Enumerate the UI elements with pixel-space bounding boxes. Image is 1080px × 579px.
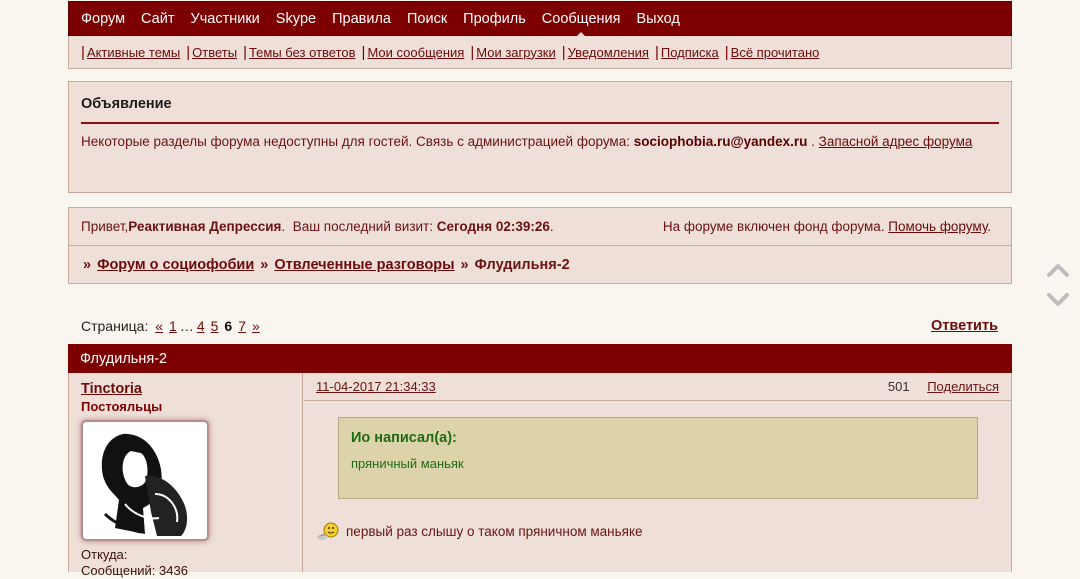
quote-block: Ио написал(а): пряничный маньяк bbox=[338, 417, 978, 499]
welcome-box: Привет, Реактивная Депрессия . Ваш после… bbox=[68, 207, 1012, 284]
subnav-my-posts[interactable]: Мои сообщения bbox=[367, 45, 464, 60]
breadcrumb-separator: » bbox=[460, 257, 469, 273]
breadcrumb-forum[interactable]: Форум о социофобии bbox=[97, 257, 254, 273]
separator: | bbox=[561, 43, 566, 61]
username: Реактивная Депрессия bbox=[128, 219, 282, 234]
welcome-end: . bbox=[549, 219, 554, 234]
subnav-active-topics[interactable]: Активные темы bbox=[87, 45, 180, 60]
help-forum-link[interactable]: Помочь форуму bbox=[888, 219, 987, 234]
nav-site[interactable]: Сайт bbox=[141, 11, 174, 27]
pager-page-4[interactable]: 4 bbox=[197, 318, 205, 334]
breadcrumb-category[interactable]: Отвлеченные разговоры bbox=[274, 257, 454, 273]
post-author-panel: Tinctoria Постояльцы Откуда: Сообщений: … bbox=[69, 373, 303, 578]
pager-page-1[interactable]: 1 bbox=[169, 318, 177, 334]
top-nav: Форум Сайт Участники Skype Правила Поиск… bbox=[68, 1, 1012, 38]
announcement-dot: . bbox=[807, 134, 819, 149]
separator: | bbox=[243, 43, 247, 61]
breadcrumb-separator: » bbox=[83, 257, 92, 273]
subnav-subscriptions[interactable]: Подписка bbox=[661, 45, 719, 60]
breadcrumb: » Форум о социофобии » Отвлеченные разго… bbox=[69, 246, 1011, 284]
nav-forum[interactable]: Форум bbox=[81, 11, 125, 27]
subnav-mark-all-read[interactable]: Всё прочитано bbox=[731, 45, 820, 60]
author-from: Откуда: bbox=[81, 547, 128, 562]
announcement-text: Некоторые разделы форума недоступны для … bbox=[81, 134, 634, 149]
fund-end: . bbox=[987, 219, 991, 234]
nav-search[interactable]: Поиск bbox=[407, 11, 447, 27]
nav-messages[interactable]: Сообщения bbox=[542, 11, 620, 38]
separator: | bbox=[724, 43, 729, 61]
separator: | bbox=[361, 43, 366, 61]
fund-text: На форуме включен фонд форума. bbox=[662, 219, 889, 234]
nav-logout[interactable]: Выход bbox=[636, 11, 679, 27]
pager-current: 6 bbox=[224, 318, 233, 334]
pager-label: Страница: bbox=[81, 318, 153, 334]
pager-page-7[interactable]: 7 bbox=[238, 318, 246, 334]
pager-prev[interactable]: « bbox=[155, 318, 163, 334]
pager-page-5[interactable]: 5 bbox=[211, 318, 219, 334]
subnav-replies[interactable]: Ответы bbox=[192, 45, 237, 60]
breadcrumb-separator: » bbox=[260, 257, 269, 273]
separator: | bbox=[186, 43, 191, 61]
announcement-title: Объявление bbox=[81, 96, 999, 124]
nav-profile[interactable]: Профиль bbox=[463, 11, 526, 27]
smiley-icon bbox=[317, 522, 339, 540]
reply-link[interactable]: Ответить bbox=[931, 318, 998, 334]
avatar bbox=[81, 420, 209, 541]
post-text-line: первый раз слышу о таком пряничном манья… bbox=[316, 521, 643, 541]
pagination: Страница: « 1… 4 5 6 7 » bbox=[81, 318, 263, 334]
post: Tinctoria Постояльцы Откуда: Сообщений: … bbox=[68, 373, 1012, 578]
divider bbox=[304, 400, 1011, 401]
author-message-count: Сообщений: 3436 bbox=[81, 563, 188, 578]
post-header: 11-04-2017 21:34:33 501 Поделиться bbox=[316, 379, 999, 399]
fund-notice: На форуме включен фонд форума. Помочь фо… bbox=[663, 219, 991, 234]
last-visit-value: Сегодня 02:39:26 bbox=[436, 219, 550, 234]
nav-skype[interactable]: Skype bbox=[276, 11, 316, 27]
author-rank: Постояльцы bbox=[81, 399, 163, 414]
author-name[interactable]: Tinctoria bbox=[81, 381, 290, 397]
subnav-notifications[interactable]: Уведомления bbox=[568, 45, 649, 60]
scroll-down-icon[interactable] bbox=[1046, 292, 1070, 308]
pager-next[interactable]: » bbox=[252, 318, 260, 334]
post-header-right: 501 Поделиться bbox=[888, 379, 999, 394]
post-number: 501 bbox=[887, 379, 910, 394]
greeting: Привет, bbox=[81, 219, 129, 234]
subnav-unanswered[interactable]: Темы без ответов bbox=[249, 45, 356, 60]
backup-address-link[interactable]: Запасной адрес форума bbox=[819, 134, 973, 149]
pager-ellipsis: … bbox=[179, 318, 194, 334]
breadcrumb-current: Флудильня-2 bbox=[474, 257, 570, 273]
nav-rules[interactable]: Правила bbox=[332, 11, 391, 27]
post-date[interactable]: 11-04-2017 21:34:33 bbox=[316, 379, 436, 394]
separator: | bbox=[470, 43, 475, 61]
share-link[interactable]: Поделиться bbox=[927, 379, 999, 394]
announcement-text-line: Некоторые разделы форума недоступны для … bbox=[81, 134, 999, 149]
separator: | bbox=[654, 43, 659, 61]
quote-text: пряничный маньяк bbox=[351, 456, 464, 471]
quote-header: Ио написал(а): bbox=[351, 430, 457, 446]
separator: | bbox=[81, 43, 85, 61]
last-visit-label: . Ваш последний визит: bbox=[281, 219, 437, 234]
sub-nav: | Активные темы | Ответы | Темы без отве… bbox=[68, 36, 1012, 69]
topic-title-bar: Флудильня-2 bbox=[68, 344, 1012, 373]
topic-title: Флудильня-2 bbox=[80, 350, 168, 367]
nav-members[interactable]: Участники bbox=[191, 11, 260, 27]
post-body: 11-04-2017 21:34:33 501 Поделиться Ио на… bbox=[304, 373, 1011, 572]
welcome-row: Привет, Реактивная Депрессия . Ваш после… bbox=[69, 208, 1011, 246]
subnav-my-uploads[interactable]: Мои загрузки bbox=[476, 45, 556, 60]
author-meta: Откуда: Сообщений: 3436 bbox=[81, 547, 290, 579]
scroll-up-icon[interactable] bbox=[1046, 262, 1070, 278]
post-text: первый раз слышу о таком пряничном манья… bbox=[346, 523, 643, 539]
avatar-image bbox=[85, 423, 205, 538]
announcement-box: Объявление Некоторые разделы форума недо… bbox=[68, 81, 1012, 193]
admin-email: sociophobia.ru@yandex.ru bbox=[633, 134, 808, 149]
